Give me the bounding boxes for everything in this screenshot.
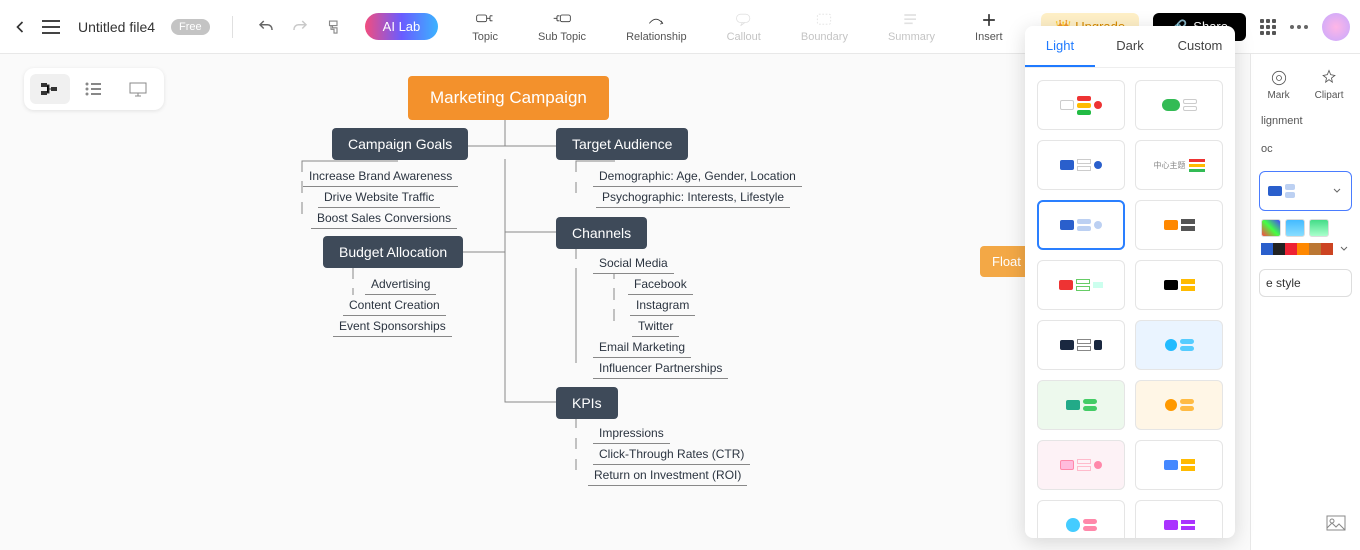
leaf-node[interactable]: Instagram — [630, 295, 695, 316]
summary-button: Summary — [874, 11, 949, 43]
format-painter-icon[interactable] — [323, 16, 345, 38]
view-switcher — [24, 68, 164, 110]
callout-button: Callout — [713, 11, 775, 43]
clipart-tool[interactable]: Clipart — [1315, 68, 1344, 101]
hamburger-menu-icon[interactable] — [42, 17, 62, 37]
swatch[interactable] — [1261, 219, 1281, 237]
presentation-view-icon[interactable] — [118, 74, 158, 104]
theme-card[interactable] — [1037, 260, 1125, 310]
subtopic-button[interactable]: Sub Topic — [524, 11, 600, 43]
branch-budget[interactable]: Budget Allocation — [323, 236, 463, 268]
chevron-down-icon — [1331, 185, 1343, 197]
leaf-node[interactable]: Return on Investment (ROI) — [588, 465, 747, 486]
leaf-node[interactable]: Influencer Partnerships — [593, 358, 728, 379]
theme-card[interactable] — [1135, 500, 1223, 538]
branch-kpis[interactable]: KPIs — [556, 387, 618, 419]
theme-card[interactable] — [1135, 320, 1223, 370]
topic-button[interactable]: Topic — [458, 11, 512, 43]
theme-picker-popup: Light Dark Custom 中心主题 — [1025, 26, 1235, 538]
theme-card[interactable] — [1135, 260, 1223, 310]
free-badge: Free — [171, 19, 210, 35]
theme-card[interactable] — [1135, 380, 1223, 430]
branch-audience[interactable]: Target Audience — [556, 128, 688, 160]
leaf-node[interactable]: Psychographic: Interests, Lifestyle — [596, 187, 790, 208]
leaf-node[interactable]: Social Media — [593, 253, 674, 274]
leaf-node[interactable]: Advertising — [365, 274, 436, 295]
leaf-node[interactable]: Demographic: Age, Gender, Location — [593, 166, 802, 187]
leaf-node[interactable]: Boost Sales Conversions — [311, 208, 457, 229]
theme-tab-dark[interactable]: Dark — [1095, 26, 1165, 67]
apps-grid-icon[interactable] — [1260, 19, 1276, 35]
undo-icon[interactable] — [255, 16, 277, 38]
mindmap-view-icon[interactable] — [30, 74, 70, 104]
insert-button[interactable]: Insert — [961, 11, 1017, 43]
theme-grid: 中心主题 — [1025, 68, 1235, 538]
file-name[interactable]: Untitled file4 — [78, 19, 155, 35]
leaf-node[interactable]: Increase Brand Awareness — [303, 166, 458, 187]
theme-tabs: Light Dark Custom — [1025, 26, 1235, 68]
theme-tab-light[interactable]: Light — [1025, 26, 1095, 67]
swatch-row — [1251, 219, 1360, 243]
branch-goals[interactable]: Campaign Goals — [332, 128, 468, 160]
toolbar-left: Untitled file4 Free AI Lab Topic Sub Top… — [10, 11, 1017, 43]
theme-card[interactable] — [1037, 440, 1125, 490]
image-icon[interactable] — [1324, 511, 1348, 540]
rainbow-color-row — [1251, 243, 1360, 261]
theme-card[interactable] — [1037, 320, 1125, 370]
leaf-node[interactable]: Impressions — [593, 423, 670, 444]
leaf-node[interactable]: Twitter — [632, 316, 679, 337]
theme-color-select[interactable] — [1259, 171, 1352, 211]
theme-card[interactable]: 中心主题 — [1135, 140, 1223, 190]
leaf-node[interactable]: Facebook — [628, 274, 693, 295]
theme-card[interactable] — [1135, 200, 1223, 250]
side-panel: Mark Clipart lignment oc e style — [1250, 54, 1360, 550]
leaf-node[interactable]: Content Creation — [343, 295, 446, 316]
theme-card[interactable] — [1037, 380, 1125, 430]
leaf-node[interactable]: Drive Website Traffic — [318, 187, 440, 208]
theme-card[interactable] — [1135, 440, 1223, 490]
swatch[interactable] — [1285, 219, 1305, 237]
swatch[interactable] — [1309, 219, 1329, 237]
outline-view-icon[interactable] — [74, 74, 114, 104]
user-avatar[interactable] — [1322, 13, 1350, 41]
leaf-node[interactable]: Event Sponsorships — [333, 316, 452, 337]
alignment-label: lignment — [1251, 107, 1360, 135]
theme-tab-custom[interactable]: Custom — [1165, 26, 1235, 67]
theme-card[interactable] — [1037, 500, 1125, 538]
oc-label: oc — [1251, 135, 1360, 163]
theme-card-selected[interactable] — [1037, 200, 1125, 250]
leaf-node[interactable]: Click-Through Rates (CTR) — [593, 444, 750, 465]
theme-card[interactable] — [1037, 80, 1125, 130]
leaf-node[interactable]: Email Marketing — [593, 337, 691, 358]
theme-card[interactable] — [1037, 140, 1125, 190]
ai-lab-button[interactable]: AI Lab — [365, 13, 439, 40]
style-button[interactable]: e style — [1259, 269, 1352, 297]
mark-tool[interactable]: Mark — [1267, 68, 1289, 101]
root-node[interactable]: Marketing Campaign — [408, 76, 609, 120]
chevron-down-icon — [1338, 243, 1350, 255]
redo-icon[interactable] — [289, 16, 311, 38]
branch-channels[interactable]: Channels — [556, 217, 647, 249]
theme-card[interactable] — [1135, 80, 1223, 130]
more-icon[interactable] — [1290, 25, 1308, 29]
boundary-button: Boundary — [787, 11, 862, 43]
back-icon[interactable] — [10, 17, 30, 37]
relationship-button[interactable]: Relationship — [612, 11, 701, 43]
